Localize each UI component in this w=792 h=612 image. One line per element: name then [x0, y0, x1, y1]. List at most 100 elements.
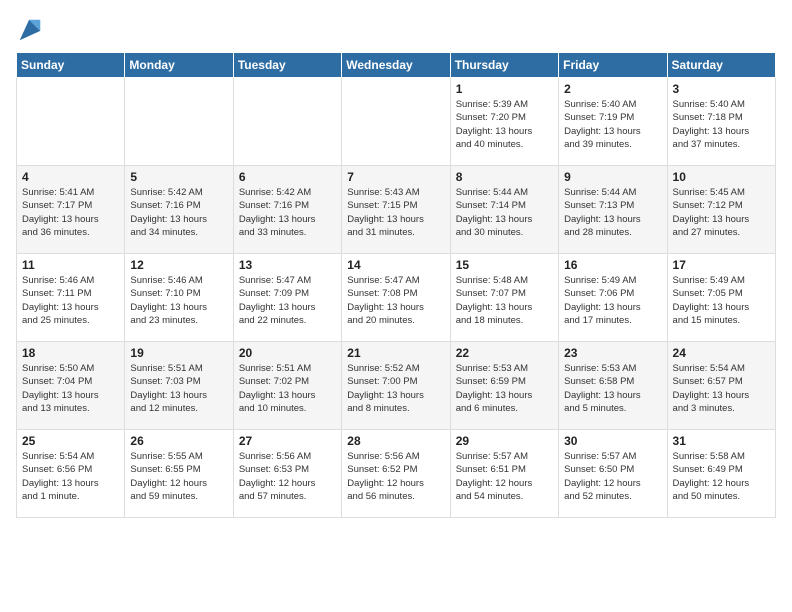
day-info: Sunrise: 5:57 AMSunset: 6:51 PMDaylight:…: [456, 450, 553, 503]
day-number: 13: [239, 258, 336, 272]
day-number: 16: [564, 258, 661, 272]
day-number: 30: [564, 434, 661, 448]
day-info: Sunrise: 5:39 AMSunset: 7:20 PMDaylight:…: [456, 98, 553, 151]
calendar-cell: [125, 78, 233, 166]
day-number: 3: [673, 82, 770, 96]
day-info: Sunrise: 5:54 AMSunset: 6:56 PMDaylight:…: [22, 450, 119, 503]
day-info: Sunrise: 5:49 AMSunset: 7:05 PMDaylight:…: [673, 274, 770, 327]
day-number: 8: [456, 170, 553, 184]
weekday-header-thursday: Thursday: [450, 53, 558, 78]
calendar-cell: 24Sunrise: 5:54 AMSunset: 6:57 PMDayligh…: [667, 342, 775, 430]
day-number: 7: [347, 170, 444, 184]
weekday-header-wednesday: Wednesday: [342, 53, 450, 78]
calendar-cell: 20 Sunrise: 5:51 AMSunset: 7:02 PMDayligh…: [233, 342, 341, 430]
day-info: Sunrise: 5:53 AMSunset: 6:59 PMDaylight:…: [456, 362, 553, 415]
day-info: Sunrise: 5:50 AMSunset: 7:04 PMDaylight:…: [22, 362, 119, 415]
calendar-cell: 11 Sunrise: 5:46 AMSunset: 7:11 PMDayligh…: [17, 254, 125, 342]
calendar-cell: 22 Sunrise: 5:53 AMSunset: 6:59 PMDayligh…: [450, 342, 558, 430]
day-number: 15: [456, 258, 553, 272]
calendar-cell: 29 Sunrise: 5:57 AMSunset: 6:51 PMDayligh…: [450, 430, 558, 518]
day-number: 9: [564, 170, 661, 184]
day-number: 14: [347, 258, 444, 272]
day-info: Sunrise: 5:46 AMSunset: 7:10 PMDaylight:…: [130, 274, 227, 327]
day-info: Sunrise: 5:47 AMSunset: 7:08 PMDaylight:…: [347, 274, 444, 327]
calendar-cell: 19 Sunrise: 5:51 AMSunset: 7:03 PMDayligh…: [125, 342, 233, 430]
day-info: Sunrise: 5:43 AMSunset: 7:15 PMDaylight:…: [347, 186, 444, 239]
calendar-cell: 23 Sunrise: 5:53 AMSunset: 6:58 PMDayligh…: [559, 342, 667, 430]
day-info: Sunrise: 5:45 AMSunset: 7:12 PMDaylight:…: [673, 186, 770, 239]
day-info: Sunrise: 5:48 AMSunset: 7:07 PMDaylight:…: [456, 274, 553, 327]
calendar-cell: [342, 78, 450, 166]
calendar-cell: 27 Sunrise: 5:56 AMSunset: 6:53 PMDayligh…: [233, 430, 341, 518]
calendar-cell: 21 Sunrise: 5:52 AMSunset: 7:00 PMDayligh…: [342, 342, 450, 430]
day-number: 28: [347, 434, 444, 448]
calendar-cell: 13 Sunrise: 5:47 AMSunset: 7:09 PMDayligh…: [233, 254, 341, 342]
day-info: Sunrise: 5:51 AMSunset: 7:03 PMDaylight:…: [130, 362, 227, 415]
day-number: 10: [673, 170, 770, 184]
calendar-cell: 2Sunrise: 5:40 AMSunset: 7:19 PMDaylight…: [559, 78, 667, 166]
weekday-header-friday: Friday: [559, 53, 667, 78]
day-number: 11: [22, 258, 119, 272]
day-info: Sunrise: 5:58 AMSunset: 6:49 PMDaylight:…: [673, 450, 770, 503]
day-info: Sunrise: 5:53 AMSunset: 6:58 PMDaylight:…: [564, 362, 661, 415]
calendar-table: SundayMondayTuesdayWednesdayThursdayFrid…: [16, 52, 776, 518]
day-info: Sunrise: 5:40 AMSunset: 7:19 PMDaylight:…: [564, 98, 661, 151]
calendar-cell: 17 Sunrise: 5:49 AMSunset: 7:05 PMDayligh…: [667, 254, 775, 342]
day-info: Sunrise: 5:56 AMSunset: 6:53 PMDaylight:…: [239, 450, 336, 503]
day-info: Sunrise: 5:40 AMSunset: 7:18 PMDaylight:…: [673, 98, 770, 151]
calendar-cell: 14 Sunrise: 5:47 AMSunset: 7:08 PMDayligh…: [342, 254, 450, 342]
calendar-cell: 6 Sunrise: 5:42 AMSunset: 7:16 PMDaylight…: [233, 166, 341, 254]
calendar-cell: 10 Sunrise: 5:45 AMSunset: 7:12 PMDayligh…: [667, 166, 775, 254]
day-info: Sunrise: 5:41 AMSunset: 7:17 PMDaylight:…: [22, 186, 119, 239]
day-number: 6: [239, 170, 336, 184]
calendar-cell: 30 Sunrise: 5:57 AMSunset: 6:50 PMDayligh…: [559, 430, 667, 518]
weekday-header-sunday: Sunday: [17, 53, 125, 78]
weekday-header-monday: Monday: [125, 53, 233, 78]
day-info: Sunrise: 5:47 AMSunset: 7:09 PMDaylight:…: [239, 274, 336, 327]
calendar-cell: 1 Sunrise: 5:39 AMSunset: 7:20 PMDaylight…: [450, 78, 558, 166]
day-number: 22: [456, 346, 553, 360]
day-number: 21: [347, 346, 444, 360]
day-number: 18: [22, 346, 119, 360]
day-number: 26: [130, 434, 227, 448]
calendar-cell: 15 Sunrise: 5:48 AMSunset: 7:07 PMDayligh…: [450, 254, 558, 342]
weekday-header-tuesday: Tuesday: [233, 53, 341, 78]
weekday-header-saturday: Saturday: [667, 53, 775, 78]
calendar-cell: 26 Sunrise: 5:55 AMSunset: 6:55 PMDayligh…: [125, 430, 233, 518]
day-number: 1: [456, 82, 553, 96]
day-number: 19: [130, 346, 227, 360]
calendar-cell: 5Sunrise: 5:42 AMSunset: 7:16 PMDaylight…: [125, 166, 233, 254]
calendar-cell: [233, 78, 341, 166]
day-info: Sunrise: 5:42 AMSunset: 7:16 PMDaylight:…: [130, 186, 227, 239]
day-number: 31: [673, 434, 770, 448]
day-info: Sunrise: 5:56 AMSunset: 6:52 PMDaylight:…: [347, 450, 444, 503]
day-info: Sunrise: 5:46 AMSunset: 7:11 PMDaylight:…: [22, 274, 119, 327]
day-number: 17: [673, 258, 770, 272]
day-info: Sunrise: 5:42 AMSunset: 7:16 PMDaylight:…: [239, 186, 336, 239]
day-number: 20: [239, 346, 336, 360]
day-number: 27: [239, 434, 336, 448]
day-info: Sunrise: 5:52 AMSunset: 7:00 PMDaylight:…: [347, 362, 444, 415]
logo: [16, 16, 50, 44]
day-info: Sunrise: 5:54 AMSunset: 6:57 PMDaylight:…: [673, 362, 770, 415]
calendar-cell: 3 Sunrise: 5:40 AMSunset: 7:18 PMDaylight…: [667, 78, 775, 166]
day-info: Sunrise: 5:57 AMSunset: 6:50 PMDaylight:…: [564, 450, 661, 503]
calendar-cell: 16 Sunrise: 5:49 AMSunset: 7:06 PMDayligh…: [559, 254, 667, 342]
day-number: 29: [456, 434, 553, 448]
calendar-cell: 18 Sunrise: 5:50 AMSunset: 7:04 PMDayligh…: [17, 342, 125, 430]
day-number: 12: [130, 258, 227, 272]
calendar-cell: 28 Sunrise: 5:56 AMSunset: 6:52 PMDayligh…: [342, 430, 450, 518]
calendar-cell: 25Sunrise: 5:54 AMSunset: 6:56 PMDayligh…: [17, 430, 125, 518]
calendar-cell: [17, 78, 125, 166]
day-info: Sunrise: 5:49 AMSunset: 7:06 PMDaylight:…: [564, 274, 661, 327]
day-info: Sunrise: 5:44 AMSunset: 7:14 PMDaylight:…: [456, 186, 553, 239]
page-header: [16, 16, 776, 44]
calendar-cell: 9Sunrise: 5:44 AMSunset: 7:13 PMDaylight…: [559, 166, 667, 254]
day-info: Sunrise: 5:55 AMSunset: 6:55 PMDaylight:…: [130, 450, 227, 503]
calendar-cell: 4 Sunrise: 5:41 AMSunset: 7:17 PMDaylight…: [17, 166, 125, 254]
day-number: 4: [22, 170, 119, 184]
day-info: Sunrise: 5:51 AMSunset: 7:02 PMDaylight:…: [239, 362, 336, 415]
day-number: 23: [564, 346, 661, 360]
calendar-cell: 7 Sunrise: 5:43 AMSunset: 7:15 PMDaylight…: [342, 166, 450, 254]
logo-icon: [16, 16, 44, 44]
